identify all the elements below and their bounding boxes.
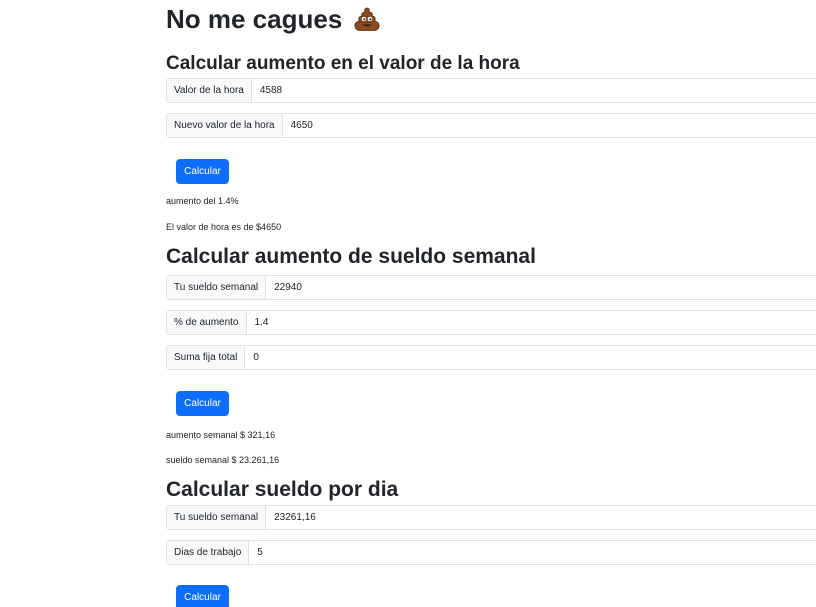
page: No me cagues Calcular aumento en el valo… (0, 0, 816, 607)
valor-hora-input[interactable] (251, 79, 816, 102)
calcular-dia-button[interactable]: Calcular (176, 585, 229, 607)
resultado-valor-hora: El valor de hora es de $4650 (166, 222, 282, 232)
calcular-semanal-button[interactable]: Calcular (176, 391, 229, 416)
porcentaje-aumento-input[interactable] (246, 311, 816, 334)
pile-of-poo-icon (354, 7, 380, 31)
nuevo-valor-hora-input[interactable] (282, 114, 816, 137)
page-title: No me cagues (166, 2, 380, 36)
dias-trabajo-group: Dias de trabajo (166, 540, 816, 565)
valor-hora-group: Valor de la hora (166, 78, 816, 103)
resultado-aumento-hora: aumento del 1.4% (166, 196, 239, 206)
sueldo-semanal-label: Tu sueldo semanal (167, 276, 267, 299)
sueldo-dia-label: Tu sueldo semanal (167, 506, 267, 529)
resultado-sueldo-semanal: sueldo semanal $ 23.261,16 (166, 455, 280, 465)
porcentaje-aumento-label: % de aumento (167, 311, 247, 334)
suma-fija-group: Suma fija total (166, 345, 816, 370)
section-semanal-title: Calcular aumento de sueldo semanal (166, 245, 536, 268)
page-title-text: No me cagues (166, 4, 343, 34)
suma-fija-label: Suma fija total (167, 346, 246, 369)
calcular-hora-button[interactable]: Calcular (176, 159, 229, 184)
suma-fija-input[interactable] (245, 346, 816, 369)
sueldo-dia-group: Tu sueldo semanal (166, 505, 816, 530)
nuevo-valor-hora-group: Nuevo valor de la hora (166, 113, 816, 138)
dias-trabajo-label: Dias de trabajo (167, 541, 250, 564)
sueldo-semanal-group: Tu sueldo semanal (166, 275, 816, 300)
dias-trabajo-input[interactable] (249, 541, 816, 564)
section-dia-title: Calcular sueldo por dia (166, 478, 399, 501)
sueldo-dia-input[interactable] (266, 506, 816, 529)
sueldo-semanal-input[interactable] (266, 276, 816, 299)
nuevo-valor-hora-label: Nuevo valor de la hora (167, 114, 283, 137)
porcentaje-aumento-group: % de aumento (166, 310, 816, 335)
section-hora-title: Calcular aumento en el valor de la hora (166, 53, 520, 74)
valor-hora-label: Valor de la hora (167, 79, 252, 102)
resultado-aumento-semanal: aumento semanal $ 321,16 (166, 430, 276, 440)
